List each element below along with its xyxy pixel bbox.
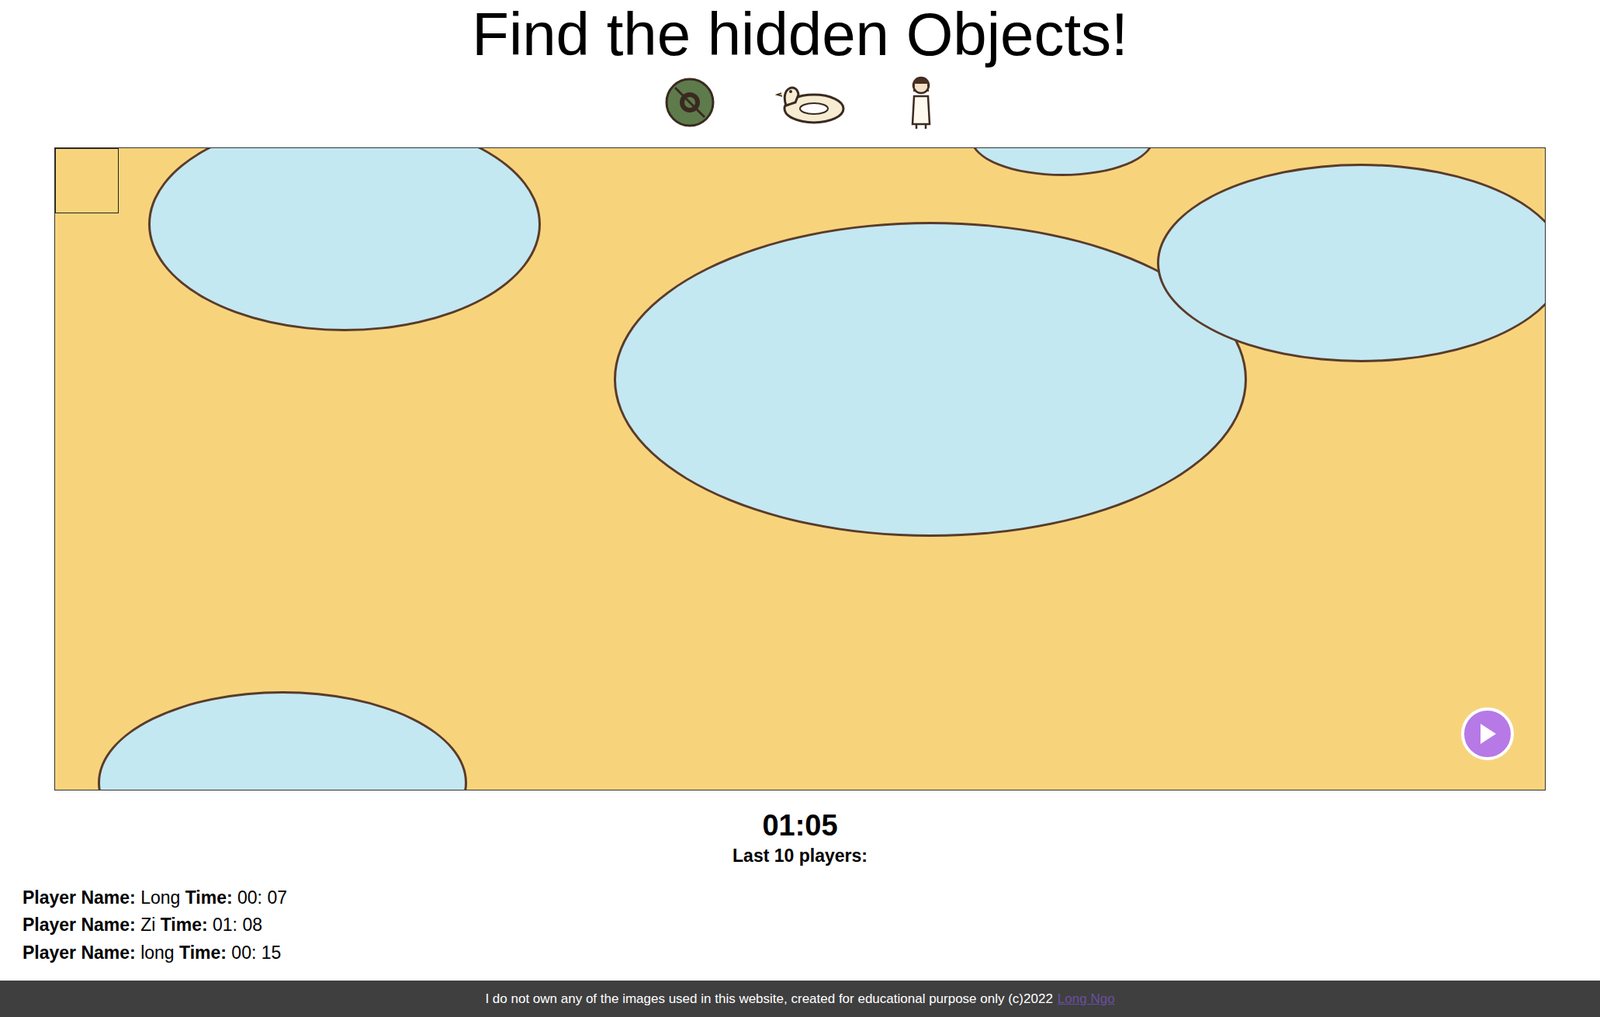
game-scene[interactable] [54,147,1546,791]
footer: I do not own any of the images used in t… [0,980,1600,1017]
person-icon [906,74,936,134]
player-name: Long [140,887,181,908]
leaderboard-row: Player Name: Zi Time: 01: 08 [22,911,1600,940]
pond [970,147,1154,177]
leaderboard: Player Name: Long Time: 00: 07Player Nam… [0,884,1600,968]
target-list [0,76,1600,132]
time-label: Time: [185,887,233,908]
hint-box [55,148,119,214]
leaderboard-heading: Last 10 players: [0,845,1600,867]
footer-text: I do not own any of the images used in t… [484,991,1053,1008]
pond [613,221,1247,537]
pond [97,691,468,791]
leaderboard-row: Player Name: long Time: 00: 15 [22,939,1600,968]
duck-float-icon [775,79,847,129]
play-button[interactable] [1461,707,1514,761]
player-time: 01: 08 [212,914,263,936]
time-label: Time: [160,914,208,936]
footer-link[interactable]: Long Ngo [1057,991,1116,1008]
lifebuoy-icon [664,76,716,132]
name-label: Player Name: [22,942,136,963]
player-name: long [140,942,174,963]
pond [1156,163,1546,363]
play-icon [1477,722,1498,746]
time-label: Time: [179,942,227,963]
timer: 01:05 [0,808,1600,843]
name-label: Player Name: [22,887,136,908]
player-name: Zi [140,914,156,936]
pond [148,147,541,332]
player-time: 00: 07 [237,887,288,908]
leaderboard-row: Player Name: Long Time: 00: 07 [22,884,1600,913]
page: Find the hidden Objects! 01:05Last 10 pla… [0,0,1600,1017]
page-title: Find the hidden Objects! [0,0,1600,70]
player-time: 00: 15 [231,942,281,963]
name-label: Player Name: [22,914,136,936]
scene-wrapper [0,147,1600,791]
